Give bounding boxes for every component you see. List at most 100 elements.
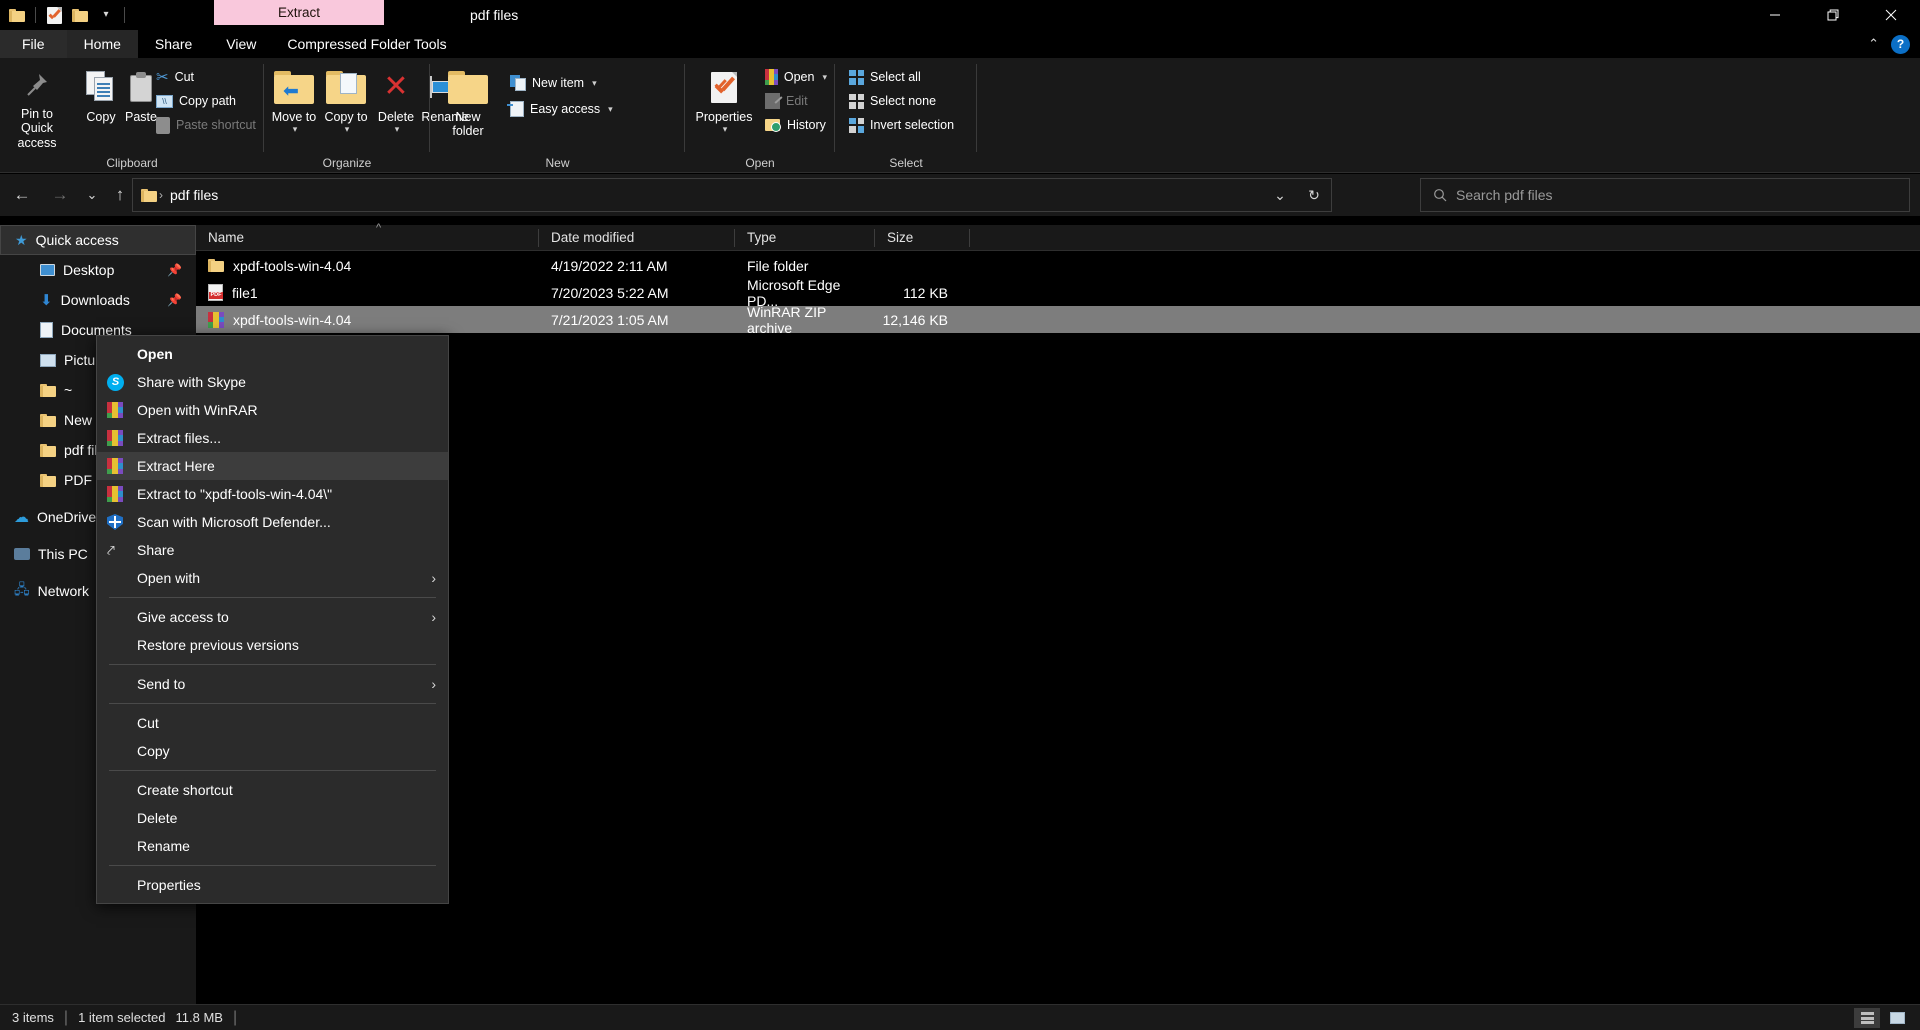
refresh-button[interactable]: ↻ [1297,179,1331,211]
context-menu-item-give-access-to[interactable]: Give access to › [97,603,448,631]
qat-customize-button[interactable]: ▾ [95,3,117,27]
properties-button[interactable]: Properties ▾ [691,64,757,150]
sidebar-item-desktop[interactable]: Desktop 📌 [0,255,196,285]
collapse-ribbon-chevron-icon[interactable]: ⌃ [1868,36,1879,52]
table-row[interactable]: xpdf-tools-win-4.04 4/19/2022 2:11 AM Fi… [196,252,1920,279]
pin-icon[interactable]: 📌 [167,263,182,277]
delete-button[interactable]: ✕ Delete ▾ [372,64,420,150]
history-label: History [787,118,826,132]
copy-to-button[interactable]: Copy to ▾ [320,64,372,150]
edit-button[interactable]: Edit [761,90,823,112]
context-menu-item-extract-to-folder[interactable]: Extract to "xpdf-tools-win-4.04\" [97,480,448,508]
ribbon-group-organize: ⬅ Move to ▾ Copy to ▾ ✕ Delete ▾ Renam [264,58,430,173]
move-to-caret-icon: ▾ [293,124,298,134]
context-menu-item-extract-files[interactable]: Extract files... [97,424,448,452]
copy-path-label: Copy path [179,94,236,108]
open-button[interactable]: Open ▾ [761,66,831,88]
select-all-button[interactable]: Select all [845,66,967,88]
column-header-type[interactable]: Type [735,225,875,250]
tab-file[interactable]: File [0,30,67,58]
context-menu-item-create-shortcut[interactable]: Create shortcut [97,776,448,804]
menu-item-label: Give access to [137,609,229,625]
winrar-icon [107,402,123,418]
recent-locations-button[interactable]: ⌄ [78,182,106,208]
qat-separator-1 [35,7,36,23]
pin-to-quick-access-label: Pin to Quick access [6,107,68,150]
pin-icon[interactable]: 📌 [167,293,182,307]
context-menu-item-rename[interactable]: Rename [97,832,448,860]
menu-item-icon-slot [107,486,135,502]
context-menu-item-delete[interactable]: Delete [97,804,448,832]
search-input[interactable]: Search pdf files [1456,187,1553,203]
tab-compressed-folder-tools[interactable]: Compressed Folder Tools [273,30,460,58]
context-menu-item-cut[interactable]: Cut [97,709,448,737]
invert-selection-button[interactable]: Invert selection [845,114,973,136]
column-header-date-modified[interactable]: Date modified [539,225,735,250]
menu-item-label: Open with WinRAR [137,402,258,418]
context-menu-item-open-with[interactable]: Open with › [97,564,448,592]
context-menu-item-copy[interactable]: Copy [97,737,448,765]
new-item-button[interactable]: New item ▾ [506,72,616,94]
new-folder-button[interactable]: New folder [440,64,496,150]
context-menu-item-restore-previous-versions[interactable]: Restore previous versions [97,631,448,659]
qat-new-folder-icon[interactable] [69,3,91,27]
copy-path-button[interactable]: \\ Copy path [152,90,260,112]
paste-shortcut-button[interactable]: Paste shortcut [152,114,264,136]
context-menu-item-properties[interactable]: Properties [97,871,448,899]
menu-item-label: Extract to "xpdf-tools-win-4.04\" [137,486,332,502]
menu-item-label: Extract Here [137,458,215,474]
context-menu-item-open-with-winrar[interactable]: Open with WinRAR [97,396,448,424]
minimize-button[interactable] [1746,0,1804,30]
forward-button[interactable]: → [46,182,74,208]
copy-to-caret-icon: ▾ [345,124,350,134]
help-button[interactable]: ? [1891,35,1910,54]
pdf-icon: PDF [208,284,223,301]
chevron-down-icon: ▾ [103,10,108,20]
large-icons-view-button[interactable] [1884,1008,1910,1028]
status-separator: | [64,1009,68,1027]
context-menu-item-open[interactable]: Open [97,340,448,368]
up-button[interactable]: ↑ [106,182,134,208]
file-date-cell: 4/19/2022 2:11 AM [539,258,735,274]
sidebar-item-label: Desktop [63,262,114,278]
column-header-name[interactable]: Name [196,225,539,250]
history-button[interactable]: History [761,114,839,136]
back-button[interactable]: ← [8,182,36,208]
tab-home[interactable]: Home [67,30,138,58]
cloud-icon: ☁ [14,508,29,526]
context-menu-item-share[interactable]: ⤤ Share [97,536,448,564]
context-menu-item-extract-here[interactable]: Extract Here [97,452,448,480]
qat-properties-icon[interactable] [43,3,65,27]
sidebar-item-downloads[interactable]: ⬇ Downloads 📌 [0,285,196,315]
address-dropdown-button[interactable]: ⌄ [1263,179,1297,211]
context-menu-item-share-with-skype[interactable]: S Share with Skype [97,368,448,396]
address-bar[interactable]: › pdf files ⌄ ↻ [132,178,1332,212]
select-none-icon [849,94,864,109]
search-box[interactable]: Search pdf files [1420,178,1910,212]
easy-access-label: Easy access [530,102,600,116]
tab-share[interactable]: Share [138,30,209,58]
details-view-button[interactable] [1854,1008,1880,1028]
table-row[interactable]: xpdf-tools-win-4.04 7/21/2023 1:05 AM Wi… [196,306,1920,333]
sidebar-item-quick-access[interactable]: ★ Quick access [0,225,196,255]
breadcrumb-item-pdf-files[interactable]: pdf files [165,185,223,205]
context-menu-item-send-to[interactable]: Send to › [97,670,448,698]
close-button[interactable] [1862,0,1920,30]
move-to-button[interactable]: ⬅ Move to ▾ [268,64,320,150]
pin-to-quick-access-button[interactable]: Pin to Quick access [6,64,68,150]
select-all-label: Select all [870,70,921,84]
column-divider[interactable] [969,229,970,247]
menu-item-label: Cut [137,715,159,731]
easy-access-button[interactable]: Easy access ▾ [506,98,624,120]
context-menu-item-scan-with-defender[interactable]: Scan with Microsoft Defender... [97,508,448,536]
column-header-size[interactable]: Size [875,225,970,250]
tab-view[interactable]: View [209,30,273,58]
restore-button[interactable] [1804,0,1862,30]
file-type-cell: WinRAR ZIP archive [735,304,875,336]
qat-folder-icon[interactable] [6,3,28,27]
file-size-cell: 12,146 KB [875,312,970,328]
cut-button[interactable]: ✂ Cut [152,66,260,88]
select-none-button[interactable]: Select none [845,90,967,112]
table-row[interactable]: PDF file1 7/20/2023 5:22 AM Microsoft Ed… [196,279,1920,306]
menu-item-icon-slot [107,458,135,474]
